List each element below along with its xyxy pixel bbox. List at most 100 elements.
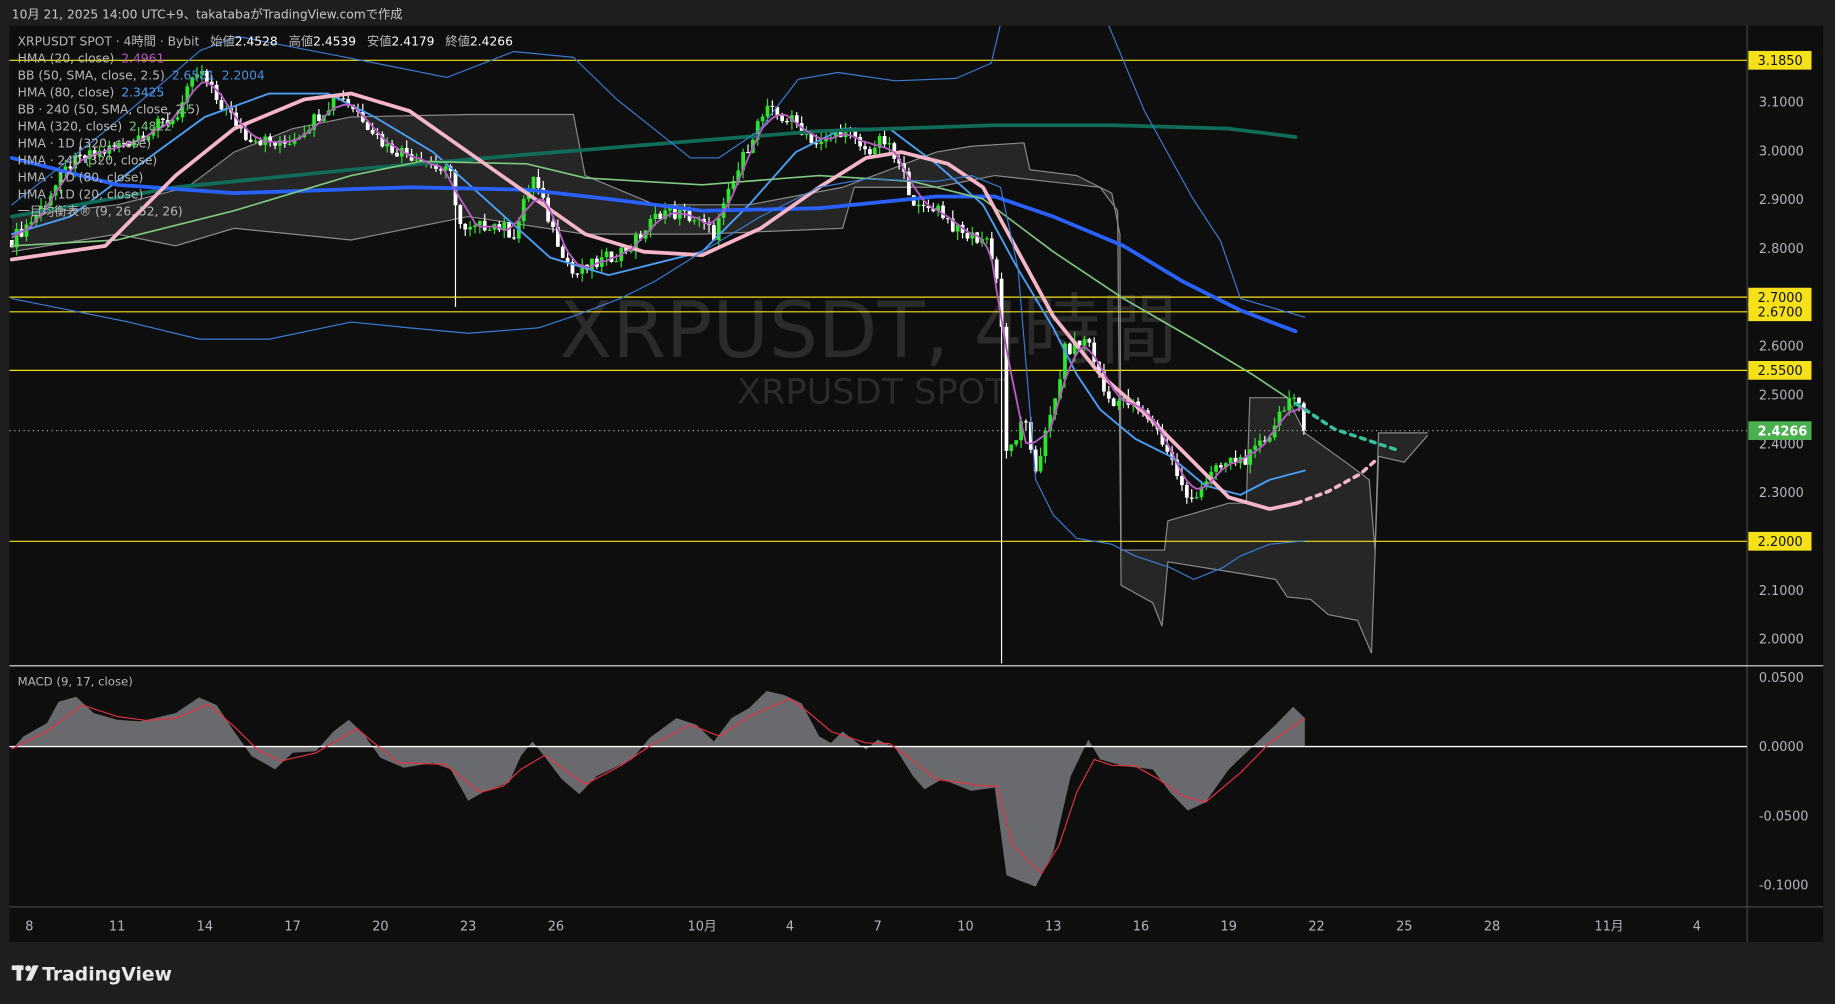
candle-body bbox=[1248, 449, 1253, 465]
candle-body bbox=[1038, 455, 1043, 472]
legend-row[interactable]: HMA · 1D (80, close) bbox=[18, 170, 144, 184]
candle-body bbox=[614, 260, 619, 263]
price-axis[interactable] bbox=[1747, 25, 1824, 942]
price-tick-label: 2.1000 bbox=[1759, 584, 1804, 599]
legend-row[interactable]: HMA (320, close) 2.4822 bbox=[18, 119, 172, 133]
macd-tick-label: 0.0500 bbox=[1759, 671, 1804, 686]
legend-label: HMA · 1D (320, close) bbox=[18, 136, 151, 150]
candle-body bbox=[258, 140, 263, 146]
time-tick-label: 4 bbox=[1693, 919, 1701, 934]
time-tick-label: 11月 bbox=[1594, 919, 1623, 934]
candle-body bbox=[1111, 398, 1116, 406]
chart-screen: 10月 21, 2025 14:00 UTC+9、takatabaがTradin… bbox=[0, 0, 1835, 1004]
level-tag-label: 2.2000 bbox=[1758, 535, 1803, 550]
symbol-title: XRPUSDT SPOT · 4時間 · Bybit bbox=[18, 35, 200, 49]
legend-value: 2.2004 bbox=[222, 69, 265, 83]
legend-label: BB · 240 (50, SMA, close, 2.5) bbox=[18, 103, 200, 117]
macd-tick-label: 0.0000 bbox=[1759, 740, 1804, 755]
legend-label: BB (50, SMA, close, 2.5) bbox=[18, 69, 165, 83]
candle-body bbox=[985, 238, 989, 240]
candle-body bbox=[468, 226, 472, 230]
candle-body bbox=[175, 117, 180, 120]
time-tick-label: 28 bbox=[1484, 919, 1500, 934]
time-tick-label: 25 bbox=[1396, 919, 1412, 934]
legend-label: HMA (320, close) bbox=[18, 119, 122, 133]
candle-body bbox=[965, 232, 970, 239]
price-tick-label: 2.6000 bbox=[1759, 340, 1804, 355]
legend-label: HMA · 1D (20, close) bbox=[18, 187, 144, 201]
level-tag-label: 2.6700 bbox=[1758, 305, 1803, 320]
candle-body bbox=[565, 257, 570, 262]
time-tick-label: 10 bbox=[957, 919, 973, 934]
time-tick-label: 4 bbox=[786, 919, 794, 934]
watermark-subtitle: XRPUSDT SPOT bbox=[737, 372, 1007, 413]
candle-body bbox=[1009, 444, 1014, 451]
candle-body bbox=[604, 251, 609, 258]
legend-row[interactable]: HMA · 1D (320, close) bbox=[18, 136, 151, 150]
candle-body bbox=[551, 221, 555, 227]
candle-body bbox=[414, 159, 419, 161]
legend-row[interactable]: HMA (20, close) 2.4961 bbox=[18, 52, 165, 66]
candle-body bbox=[560, 246, 565, 258]
candle-body bbox=[921, 204, 926, 206]
watermark-title: XRPUSDT, 4時間 bbox=[559, 286, 1177, 376]
legend-row[interactable]: HMA · 240 (320, close) bbox=[18, 153, 158, 167]
candle-body bbox=[785, 120, 789, 123]
candle-body bbox=[253, 140, 258, 142]
high-value: 2.4539 bbox=[313, 35, 356, 49]
time-tick-label: 8 bbox=[25, 919, 33, 934]
candle-body bbox=[1106, 391, 1111, 399]
candle-body bbox=[1116, 400, 1121, 406]
candle-body bbox=[341, 98, 346, 100]
candle-body bbox=[994, 259, 999, 279]
candle-body bbox=[512, 237, 516, 239]
macd-tick-label: -0.1000 bbox=[1759, 878, 1809, 893]
legend-row[interactable]: BB · 240 (50, SMA, close, 2.5) bbox=[18, 103, 200, 117]
candle-body bbox=[219, 100, 224, 110]
close-value: 2.4266 bbox=[470, 35, 513, 49]
low-value: 2.4179 bbox=[392, 35, 435, 49]
candle-body bbox=[1189, 497, 1194, 499]
open-value: 2.4528 bbox=[235, 35, 278, 49]
time-tick-label: 16 bbox=[1133, 919, 1149, 934]
legend-label: HMA · 1D (80, close) bbox=[18, 170, 144, 184]
candle-body bbox=[941, 205, 945, 219]
legend-row[interactable]: BB (50, SMA, close, 2.5) 2.6581 2.2004 bbox=[18, 69, 265, 83]
last-price-label: 2.4266 bbox=[1758, 424, 1808, 439]
legend-row[interactable]: HMA · 1D (20, close) bbox=[18, 187, 144, 201]
candle-body bbox=[482, 220, 487, 231]
legend-row[interactable]: 一目均衡表® (9, 26, 52, 26) bbox=[18, 204, 183, 218]
price-tick-label: 3.0000 bbox=[1759, 144, 1804, 159]
candle-body bbox=[395, 152, 399, 157]
price-tick-label: 2.9000 bbox=[1759, 193, 1804, 208]
legend-value: 2.6581 bbox=[172, 69, 215, 83]
candle-body bbox=[1258, 440, 1262, 446]
legend-label: HMA (20, close) bbox=[18, 52, 115, 66]
legend-label: HMA · 240 (320, close) bbox=[18, 153, 158, 167]
candle-body bbox=[1024, 421, 1028, 423]
legend-value: 2.4961 bbox=[121, 52, 164, 66]
macd-pane[interactable] bbox=[9, 666, 1748, 907]
time-tick-label: 13 bbox=[1045, 919, 1061, 934]
candle-body bbox=[1180, 476, 1184, 486]
legend-row[interactable]: HMA (80, close) 2.3425 bbox=[18, 86, 165, 100]
candle-body bbox=[1219, 465, 1223, 468]
tradingview-logo-text: TradingView bbox=[42, 965, 172, 986]
candle-body bbox=[780, 115, 785, 121]
candle-body bbox=[1082, 339, 1087, 346]
candle-body bbox=[287, 143, 292, 145]
price-tick-label: 2.5000 bbox=[1759, 388, 1804, 403]
time-tick-label: 10月 bbox=[688, 919, 717, 934]
time-tick-label: 22 bbox=[1308, 919, 1324, 934]
legend-value: 2.4822 bbox=[129, 119, 172, 133]
candle-body bbox=[248, 139, 253, 142]
candle-body bbox=[487, 229, 492, 231]
candle-body bbox=[872, 147, 877, 155]
candle-body bbox=[1184, 485, 1189, 498]
price-tick-label: 2.3000 bbox=[1759, 486, 1804, 501]
candle-body bbox=[463, 223, 468, 230]
candle-body bbox=[1014, 440, 1019, 445]
candle-body bbox=[868, 149, 872, 155]
candle-body bbox=[863, 146, 867, 150]
macd-legend[interactable]: MACD (9, 17, close) bbox=[18, 675, 133, 689]
